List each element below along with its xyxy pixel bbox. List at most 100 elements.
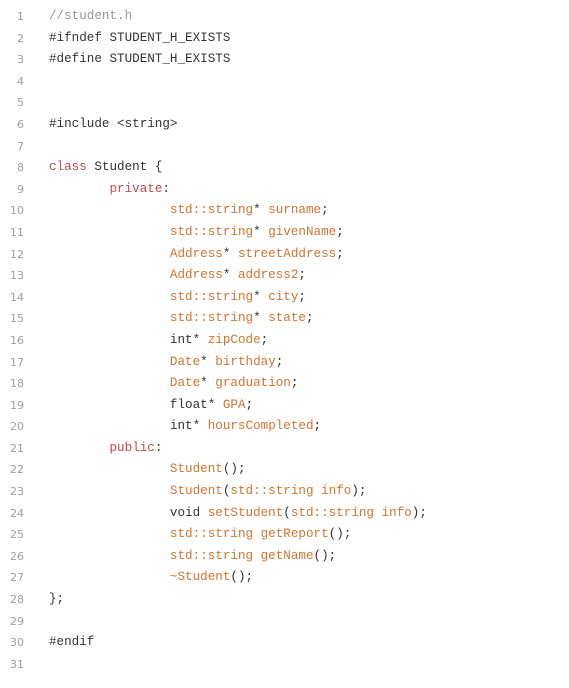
line-number: 14 (10, 290, 24, 304)
line-content: Student(); (49, 459, 246, 481)
code-token-ident: Student (169, 462, 223, 477)
code-token-plain: int (169, 332, 193, 347)
code-token-ident: givenName (268, 224, 337, 239)
code-line: 17 Date* birthday; (0, 352, 569, 374)
code-line: 14 std::string* city; (0, 287, 569, 309)
code-token-ident: surname (268, 203, 322, 218)
line-content: std::string* givenName; (49, 222, 344, 244)
code-token-punc: ; (275, 354, 284, 369)
code-line: 23 Student(std::string info); (0, 481, 569, 503)
line-content: #endif (49, 632, 94, 654)
code-token-plain: int (169, 419, 193, 434)
code-token-punc: (); (222, 462, 246, 477)
line-content: std::string* city; (49, 287, 306, 309)
code-token-punc: * (200, 354, 216, 369)
code-token-punc: ; (290, 376, 299, 391)
code-token-type: Date (169, 376, 201, 391)
code-line: 15 std::string* state; (0, 308, 569, 330)
code-token-punc: * (253, 289, 269, 304)
line-content: Date* graduation; (49, 373, 299, 395)
code-token-punc: ; (336, 246, 344, 261)
code-editor: 1 //student.h 2 #ifndef STUDENT_H_EXISTS 3 #d… (0, 6, 569, 675)
line-content: //student.h (49, 6, 132, 28)
line-number: 23 (10, 485, 24, 499)
code-token-punc: ; (298, 289, 306, 304)
code-line: 13 Address* address2; (0, 265, 569, 287)
code-token-punc: ; (313, 419, 322, 434)
code-token-punc: ; (336, 224, 344, 239)
line-content: std::string getName(); (49, 546, 336, 568)
code-token-ident: info (321, 484, 352, 499)
code-token-directive: #endif (49, 635, 95, 650)
code-token-punc: * (222, 246, 238, 261)
line-content: Address* streetAddress; (49, 244, 344, 266)
code-line: 4 (0, 71, 569, 93)
code-line: 5 (0, 92, 569, 114)
line-number: 20 (10, 420, 24, 434)
line-number: 28 (10, 593, 24, 607)
code-token-punc: * (253, 224, 269, 239)
code-token-ident: graduation (215, 376, 291, 391)
code-line: 18 Date* graduation; (0, 373, 569, 395)
line-number: 2 (17, 31, 24, 45)
code-line: 10 std::string* surname; (0, 200, 569, 222)
code-line: 31 (0, 654, 569, 676)
line-content: int* zipCode; (49, 330, 268, 352)
line-content: #define STUDENT_H_EXISTS (49, 49, 230, 71)
line-number: 22 (10, 463, 24, 477)
code-token-ident: Student (169, 484, 223, 499)
line-content: std::string* surname; (49, 200, 329, 222)
code-line: 25 std::string getReport(); (0, 524, 569, 546)
code-token-type: std::string (230, 484, 314, 499)
line-number: 18 (10, 377, 24, 391)
code-token-ident: getReport (260, 527, 329, 542)
line-number: 24 (10, 506, 24, 520)
code-token-plain: void (169, 505, 201, 520)
code-token-ident: birthday (215, 354, 276, 369)
code-token-ident: state (268, 311, 306, 326)
code-token-ident: zipCode (207, 332, 261, 347)
code-token-type: Date (169, 354, 201, 369)
code-token-ident: info (381, 505, 412, 520)
code-token-type: std::string (169, 548, 254, 563)
line-content: Date* birthday; (49, 352, 283, 374)
code-token-comment: //student.h (49, 9, 133, 23)
line-number: 6 (17, 117, 24, 131)
code-line: 8 class Student { (0, 157, 569, 179)
code-line: 26 std::string getName(); (0, 546, 569, 568)
code-token-directive: #define STUDENT_H_EXISTS (49, 52, 231, 67)
line-content: private: (49, 179, 169, 201)
line-content: Address* address2; (49, 265, 306, 287)
line-number: 17 (10, 355, 24, 369)
code-token-ident: hoursCompleted (207, 419, 314, 434)
code-token-punc: ; (321, 203, 329, 218)
code-token-directive: #include <string> (49, 116, 178, 131)
code-token-punc: * (253, 311, 269, 326)
code-token-type: Address (169, 268, 223, 283)
code-token-punc: ; (245, 397, 254, 412)
code-token-type: std::string (169, 527, 254, 542)
line-content: float* GPA; (49, 395, 253, 417)
code-token-punc: * (222, 268, 238, 283)
line-number: 30 (10, 636, 24, 650)
line-content: class Student { (49, 157, 162, 179)
code-line: 7 (0, 136, 569, 158)
code-token-ident: streetAddress (237, 246, 337, 261)
code-line: 29 (0, 611, 569, 633)
code-token-punc: (); (313, 548, 337, 563)
line-content: Student(std::string info); (49, 481, 367, 503)
code-token-type: Address (169, 246, 223, 261)
line-number: 5 (17, 96, 24, 110)
line-content: #include <string> (49, 114, 177, 136)
code-token-plain: float (169, 397, 208, 412)
